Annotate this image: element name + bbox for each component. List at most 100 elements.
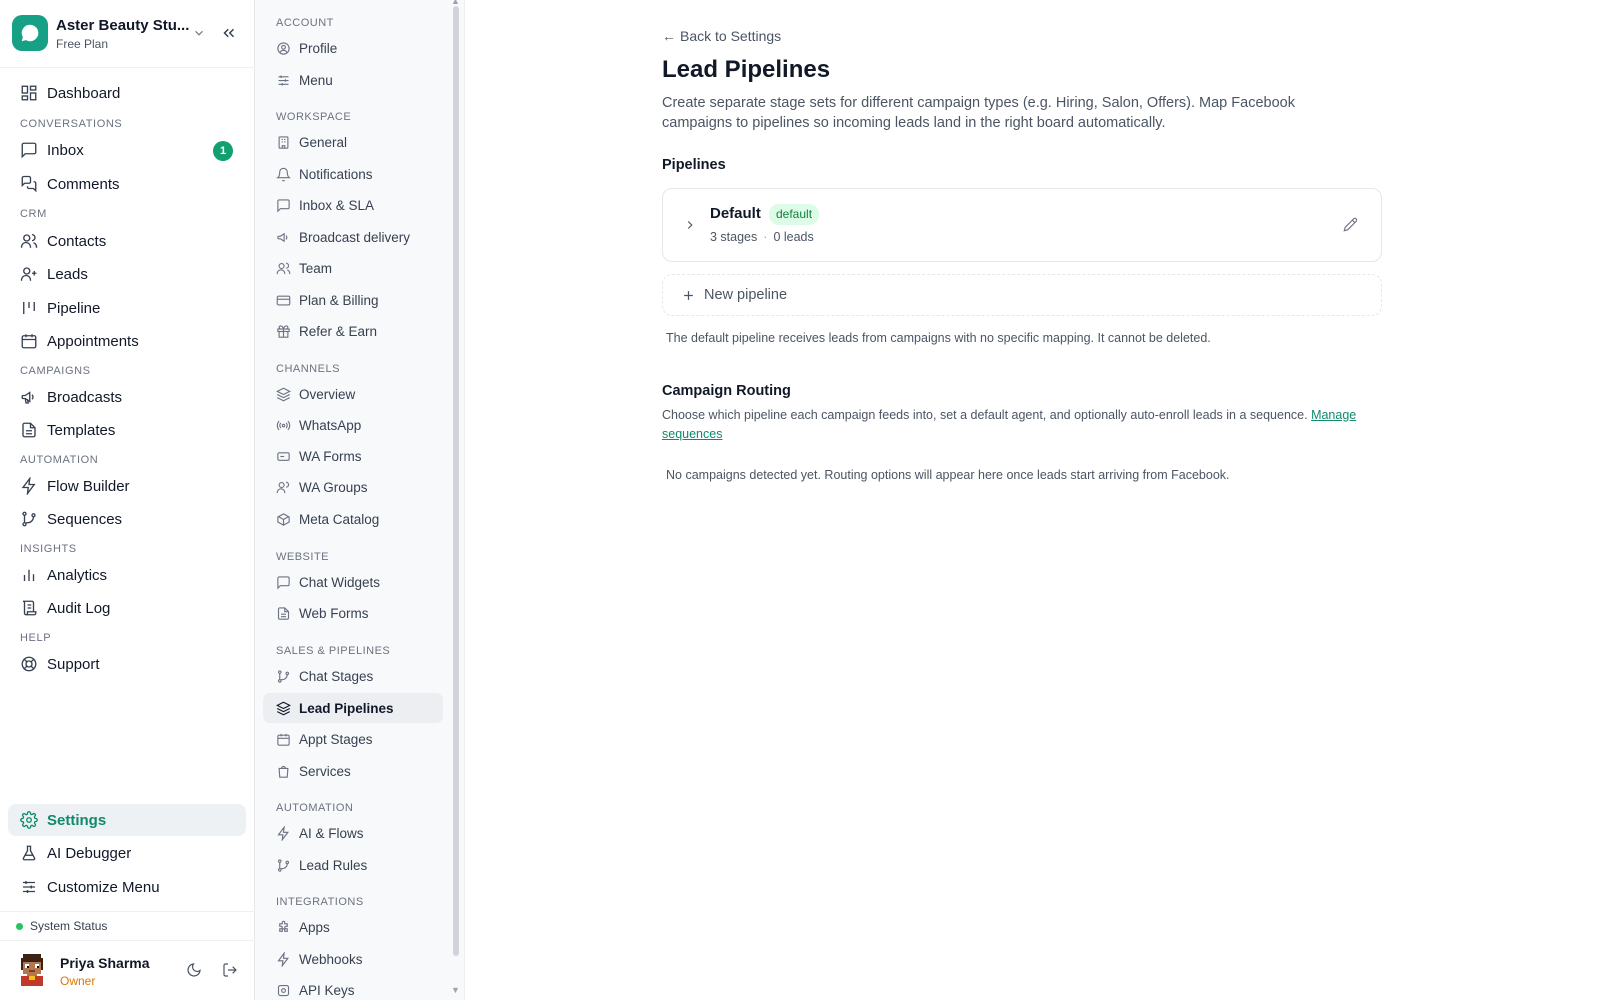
subnav-plan-billing[interactable]: Plan & Billing: [263, 285, 443, 315]
subnav-label: Services: [299, 763, 351, 779]
nav-dashboard[interactable]: Dashboard: [8, 77, 246, 109]
subnav-section-website: WEBSITE: [276, 551, 330, 563]
file-text-icon: [277, 606, 290, 620]
subnav-notifications[interactable]: Notifications: [263, 159, 443, 189]
nav-section-conversations: CONVERSATIONS: [20, 118, 123, 130]
nav-pipeline[interactable]: Pipeline: [8, 292, 246, 324]
layers-icon: [276, 387, 291, 401]
git-branch-icon: [22, 511, 36, 527]
subnav-team[interactable]: Team: [263, 253, 443, 283]
arrow-left-icon: ←: [662, 28, 676, 44]
subnav-broadcast-delivery[interactable]: Broadcast delivery: [263, 222, 443, 252]
nav-ai-debugger[interactable]: AI Debugger: [8, 837, 246, 869]
subnav-lead-rules[interactable]: Lead Rules: [263, 850, 443, 880]
life-buoy-icon: [21, 656, 37, 672]
pipeline-lead-count: 0 leads: [773, 230, 814, 244]
nav-support[interactable]: Support: [8, 648, 246, 680]
nav-label: Appointments: [47, 332, 139, 350]
subnav-overview[interactable]: Overview: [263, 379, 443, 409]
nav-flow-builder[interactable]: Flow Builder: [8, 470, 246, 502]
nav-templates[interactable]: Templates: [8, 414, 246, 446]
collapse-sidebar-icon[interactable]: [220, 24, 238, 42]
comments-icon: [21, 175, 37, 193]
nav-audit-log[interactable]: Audit Log: [8, 592, 246, 624]
nav-label: Sequences: [47, 510, 123, 528]
subnav-apps[interactable]: Apps: [263, 912, 443, 942]
scroll-up-icon[interactable]: ▲: [451, 0, 460, 6]
campaign-routing-description: Choose which pipeline each campaign feed…: [662, 406, 1382, 444]
chevron-down-icon[interactable]: [192, 26, 206, 40]
pencil-icon[interactable]: [1343, 217, 1358, 232]
subnav-label: Overview: [299, 386, 356, 402]
avatar[interactable]: [17, 954, 47, 986]
nav-analytics[interactable]: Analytics: [8, 559, 246, 591]
subnav-services[interactable]: Services: [263, 756, 443, 786]
dashboard-icon: [21, 85, 37, 101]
zap-icon: [277, 825, 289, 841]
subnav-refer-earn[interactable]: Refer & Earn: [263, 316, 443, 346]
status-indicator: [16, 923, 23, 930]
nav-section-automation: AUTOMATION: [20, 454, 99, 466]
routing-description-text: Choose which pipeline each campaign feed…: [662, 408, 1308, 422]
back-to-settings-link[interactable]: ← Back to Settings: [662, 28, 781, 44]
routing-empty-state: No campaigns detected yet. Routing optio…: [666, 468, 1230, 482]
subnav-chat-stages[interactable]: Chat Stages: [263, 661, 443, 691]
scroll-down-icon[interactable]: ▼: [451, 985, 460, 995]
subnav-web-forms[interactable]: Web Forms: [263, 598, 443, 628]
system-status[interactable]: System Status: [0, 911, 255, 941]
subnav-label: Team: [299, 260, 333, 276]
subnav-profile[interactable]: Profile: [263, 33, 443, 63]
subnav-scrollbar[interactable]: [453, 6, 459, 956]
subnav-whatsapp[interactable]: WhatsApp: [263, 410, 443, 440]
nav-contacts[interactable]: Contacts: [8, 225, 246, 257]
moon-icon[interactable]: [186, 962, 202, 978]
pipeline-card[interactable]: Default default 3 stages · 0 leads: [662, 188, 1382, 262]
subnav-appt-stages[interactable]: Appt Stages: [263, 724, 443, 754]
nav-comments[interactable]: Comments: [8, 168, 246, 200]
subnav-api-keys[interactable]: API Keys: [263, 975, 443, 1000]
page-title: Lead Pipelines: [662, 56, 831, 83]
nav-broadcasts[interactable]: Broadcasts: [8, 381, 246, 413]
nav-settings[interactable]: Settings: [8, 804, 246, 836]
subnav-wa-forms[interactable]: WA Forms: [263, 441, 443, 471]
nav-label: Comments: [47, 175, 120, 193]
contacts-icon: [20, 233, 38, 248]
subnav-general[interactable]: General: [263, 127, 443, 157]
subnav-meta-catalog[interactable]: Meta Catalog: [263, 504, 443, 534]
subnav-label: General: [299, 134, 348, 150]
subnav-label: Chat Widgets: [299, 574, 381, 590]
nav-section-crm: CRM: [20, 208, 47, 220]
nav-label: Audit Log: [47, 599, 111, 617]
nav-label: Pipeline: [47, 299, 101, 317]
subnav-label: Inbox & SLA: [299, 197, 375, 213]
subnav-label: Refer & Earn: [299, 323, 378, 339]
new-pipeline-button[interactable]: New pipeline: [662, 274, 1382, 316]
subnav-lead-pipelines[interactable]: Lead Pipelines: [263, 693, 443, 723]
nav-appointments[interactable]: Appointments: [8, 325, 246, 357]
chevron-right-icon[interactable]: [683, 218, 697, 232]
logout-icon[interactable]: [222, 962, 238, 978]
subnav-section-integrations: INTEGRATIONS: [276, 896, 364, 908]
pipeline-name: Default: [710, 205, 761, 222]
nav-inbox[interactable]: Inbox 1: [8, 134, 246, 166]
subnav-label: Notifications: [299, 166, 373, 182]
nav-customize-menu[interactable]: Customize Menu: [8, 871, 246, 903]
settings-subnav: ACCOUNT Profile Menu WORKSPACE General N…: [255, 0, 465, 1000]
megaphone-icon: [21, 391, 34, 404]
nav-label: Analytics: [47, 566, 108, 584]
subnav-ai-flows[interactable]: AI & Flows: [263, 818, 443, 848]
subnav-webhooks[interactable]: Webhooks: [263, 944, 443, 974]
workspace-switcher[interactable]: Aster Beauty Stu... Free Plan: [0, 0, 255, 68]
nav-label: Leads: [47, 265, 88, 283]
subnav-wa-groups[interactable]: WA Groups: [263, 472, 443, 502]
subnav-menu[interactable]: Menu: [263, 65, 443, 95]
user-name: Priya Sharma: [60, 955, 150, 971]
subnav-label: Webhooks: [299, 951, 363, 967]
git-branch-icon: [277, 858, 290, 872]
megaphone-icon: [277, 232, 288, 242]
subnav-inbox-sla[interactable]: Inbox & SLA: [263, 190, 443, 220]
nav-leads[interactable]: Leads: [8, 258, 246, 290]
nav-sequences[interactable]: Sequences: [8, 503, 246, 535]
subnav-chat-widgets[interactable]: Chat Widgets: [263, 567, 443, 597]
pipelines-heading: Pipelines: [662, 157, 726, 173]
